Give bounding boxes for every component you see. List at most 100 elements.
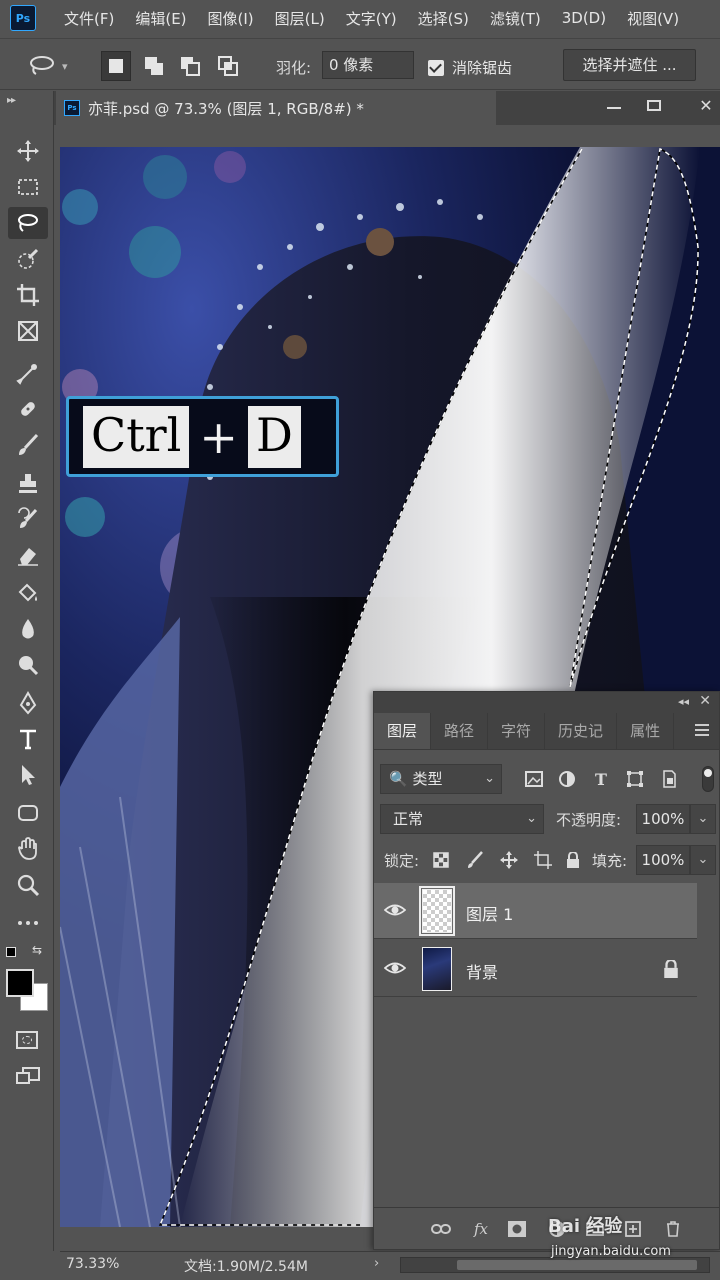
- tab-character[interactable]: 字符: [488, 713, 546, 749]
- paint-bucket-tool-button[interactable]: [8, 577, 48, 609]
- eye-icon[interactable]: [384, 901, 406, 919]
- close-icon[interactable]: ✕: [694, 93, 718, 117]
- smart-object-filter-icon[interactable]: [658, 768, 680, 790]
- menu-image[interactable]: 图像(I): [208, 8, 254, 29]
- blend-mode-select[interactable]: 正常 ⌄: [380, 804, 544, 834]
- more-tools-icon: [18, 921, 38, 925]
- layer-row[interactable]: 图层 1: [374, 883, 697, 939]
- hand-tool-button[interactable]: [8, 833, 48, 865]
- crop-tool-button[interactable]: [8, 279, 48, 311]
- lock-artboard-icon[interactable]: [532, 849, 554, 871]
- minimize-icon[interactable]: [602, 93, 626, 117]
- opacity-dropdown-icon[interactable]: ⌄: [690, 804, 716, 834]
- scrollbar-thumb[interactable]: [457, 1260, 697, 1270]
- menu-layer[interactable]: 图层(L): [275, 8, 325, 29]
- lasso-tool-button[interactable]: [8, 207, 48, 239]
- new-selection-button[interactable]: [101, 51, 131, 81]
- new-layer-icon[interactable]: [622, 1219, 644, 1239]
- foreground-color-swatch[interactable]: [6, 969, 34, 997]
- frame-tool-button[interactable]: [8, 315, 48, 347]
- layers-panel: ◂◂ ✕ 图层 路径 字符 历史记 属性 🔍 类型 ⌄ T 正常 ⌄ 不透明度:…: [373, 691, 720, 1250]
- panel-collapse-icon[interactable]: ◂◂: [678, 695, 689, 708]
- add-to-selection-button[interactable]: [139, 51, 169, 81]
- antialias-checkbox[interactable]: 消除锯齿: [428, 57, 512, 78]
- layer-row[interactable]: 背景: [374, 941, 697, 997]
- menu-select[interactable]: 选择(S): [418, 8, 469, 29]
- menu-filter[interactable]: 滤镜(T): [490, 8, 541, 29]
- more-tools-button[interactable]: [8, 907, 48, 939]
- document-tab[interactable]: Ps 亦菲.psd @ 73.3% (图层 1, RGB/8#) *: [56, 91, 496, 125]
- layer-name[interactable]: 背景: [466, 959, 498, 983]
- key-plus: +: [199, 409, 238, 464]
- path-selection-tool-icon: [22, 765, 35, 785]
- history-brush-tool-button[interactable]: [8, 503, 48, 535]
- maximize-icon[interactable]: [642, 93, 666, 117]
- image-filter-icon[interactable]: [523, 768, 545, 790]
- delete-layer-icon[interactable]: [662, 1219, 684, 1239]
- fill-input[interactable]: 100%: [636, 845, 690, 875]
- lock-transparency-icon[interactable]: [430, 849, 452, 871]
- fill-dropdown-icon[interactable]: ⌄: [690, 845, 716, 875]
- select-and-mask-button[interactable]: 选择并遮住 ...: [563, 49, 696, 81]
- menu-type[interactable]: 文字(Y): [346, 8, 397, 29]
- horizontal-scrollbar[interactable]: [400, 1257, 710, 1273]
- eye-icon[interactable]: [384, 959, 406, 977]
- tab-history[interactable]: 历史记: [545, 713, 618, 749]
- menu-file[interactable]: 文件(F): [64, 8, 114, 29]
- intersect-selection-button[interactable]: [213, 51, 243, 81]
- quick-selection-tool-button[interactable]: [8, 243, 48, 275]
- quick-mask-icon[interactable]: [16, 1031, 38, 1049]
- lock-pixels-brush-icon[interactable]: [464, 849, 486, 871]
- lasso-icon: [30, 56, 54, 75]
- feather-input[interactable]: 0 像素: [322, 51, 414, 79]
- dodge-tool-button[interactable]: [8, 649, 48, 681]
- layer-filter-select[interactable]: 🔍 类型 ⌄: [380, 764, 502, 794]
- eyedropper-tool-button[interactable]: [8, 357, 48, 389]
- default-colors-icon[interactable]: [6, 947, 16, 957]
- filter-toggle[interactable]: [702, 766, 714, 792]
- link-layers-icon[interactable]: [430, 1219, 452, 1239]
- tab-properties[interactable]: 属性: [617, 713, 675, 749]
- lock-position-move-icon[interactable]: [498, 849, 520, 871]
- healing-brush-tool-button[interactable]: [8, 393, 48, 425]
- shape-filter-icon[interactable]: [624, 768, 646, 790]
- zoom-tool-button[interactable]: [8, 869, 48, 901]
- layer-thumbnail[interactable]: [419, 886, 455, 936]
- layer-thumbnail[interactable]: [422, 947, 452, 991]
- screen-mode-icon[interactable]: [16, 1067, 40, 1087]
- menu-edit[interactable]: 编辑(E): [135, 8, 186, 29]
- adjustment-filter-icon[interactable]: [556, 768, 578, 790]
- menu-3d[interactable]: 3D(D): [562, 9, 606, 27]
- marquee-tool-button[interactable]: [8, 171, 48, 203]
- add-mask-icon[interactable]: [506, 1219, 528, 1239]
- toolbox-collapse-icon[interactable]: ▸▸: [7, 95, 16, 106]
- zoom-level[interactable]: 73.33%: [66, 1256, 119, 1272]
- tab-layers[interactable]: 图层: [374, 713, 432, 749]
- clone-stamp-tool-button[interactable]: [8, 467, 48, 499]
- subtract-from-selection-button[interactable]: [175, 51, 205, 81]
- panel-close-icon[interactable]: ✕: [699, 693, 711, 709]
- brush-tool-button[interactable]: [8, 429, 48, 461]
- menu-view[interactable]: 视图(V): [627, 8, 679, 29]
- status-menu-arrow-icon[interactable]: ›: [374, 1256, 379, 1271]
- layer-style-fx-icon[interactable]: fx: [470, 1219, 492, 1239]
- pen-tool-button[interactable]: [8, 687, 48, 719]
- type-filter-icon[interactable]: T: [590, 768, 612, 790]
- color-swatches[interactable]: ⇆: [6, 943, 50, 1017]
- panel-menu-icon[interactable]: [695, 724, 709, 739]
- swap-colors-icon[interactable]: ⇆: [32, 943, 42, 957]
- psd-file-icon: Ps: [64, 100, 80, 116]
- path-selection-tool-button[interactable]: [8, 759, 48, 791]
- tab-paths[interactable]: 路径: [431, 713, 489, 749]
- lock-all-icon[interactable]: [562, 849, 584, 871]
- move-tool-button[interactable]: [8, 135, 48, 167]
- type-tool-button[interactable]: [8, 723, 48, 755]
- tool-preset-picker[interactable]: ▾: [28, 52, 82, 80]
- shape-tool-button[interactable]: [8, 797, 48, 829]
- eraser-tool-button[interactable]: [8, 539, 48, 571]
- blur-tool-icon: [22, 619, 34, 639]
- photoshop-logo-icon[interactable]: Ps: [10, 5, 36, 31]
- blur-tool-button[interactable]: [8, 613, 48, 645]
- layer-name[interactable]: 图层 1: [466, 901, 513, 925]
- opacity-input[interactable]: 100%: [636, 804, 690, 834]
